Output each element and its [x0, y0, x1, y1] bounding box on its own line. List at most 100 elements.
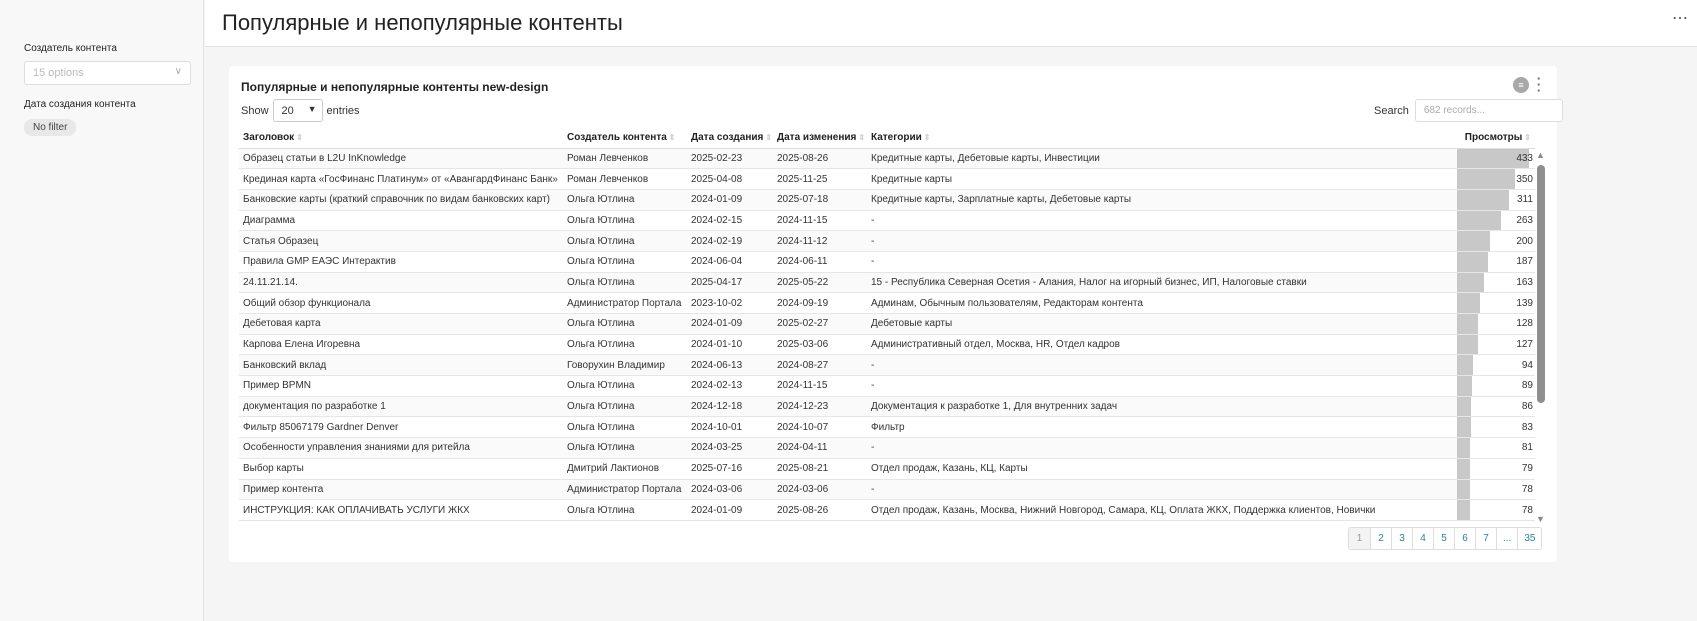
table-row[interactable]: Пример контента Администратор Портала 2024…: [239, 479, 1535, 501]
cell-created: 2024-02-15: [687, 210, 773, 232]
column-header-modified[interactable]: Дата изменения ⇕: [773, 127, 867, 149]
table-row[interactable]: Общий обзор функционала Администратор Пор…: [239, 292, 1535, 314]
table-row[interactable]: ИНСТРУКЦИЯ: КАК ОПЛАЧИВАТЬ УСЛУГИ ЖКХ Оль…: [239, 499, 1535, 521]
sort-icon[interactable]: ⇕: [669, 133, 676, 142]
cell-created: 2024-01-09: [687, 313, 773, 335]
table-row[interactable]: 24.11.21.14. Ольга Ютлина 2025-04-17 2025-0…: [239, 272, 1535, 294]
page-button[interactable]: 2: [1370, 528, 1391, 549]
filter-icon[interactable]: ≡: [1513, 77, 1529, 93]
cell-creator: Роман Левченков: [563, 168, 687, 190]
column-header-categories[interactable]: Категории ⇕: [867, 127, 1457, 149]
table-row[interactable]: Выбор карты Дмитрий Лактионов 2025-07-16 20…: [239, 458, 1535, 480]
kebab-menu-icon[interactable]: · · ·: [1536, 72, 1542, 97]
table-row[interactable]: Карпова Елена Игоревна Ольга Ютлина 2024-0…: [239, 334, 1535, 356]
page-header: Популярные и непопулярные контенты ⋯: [205, 0, 1697, 47]
page-button[interactable]: ...: [1496, 528, 1517, 549]
cell-created: 2024-03-25: [687, 437, 773, 459]
cell-modified: 2025-08-26: [773, 148, 867, 170]
cell-creator: Ольга Ютлина: [563, 396, 687, 418]
table-row[interactable]: Особенности управления знаниями для рите…: [239, 437, 1535, 459]
cell-title: Правила GMP ЕАЭС Интерактив: [239, 251, 563, 273]
cell-creator: Ольга Ютлина: [563, 251, 687, 273]
page-button[interactable]: 1: [1349, 528, 1370, 549]
table-row[interactable]: Банковские карты (краткий справочник по …: [239, 189, 1535, 211]
views-value: 83: [1521, 421, 1533, 433]
cell-title: Выбор карты: [239, 458, 563, 480]
cell-title: Карпова Елена Игоревна: [239, 334, 563, 356]
cell-views: 311: [1457, 189, 1535, 211]
table-row[interactable]: Образец статьи в L2U InKnowledge Роман Ле…: [239, 148, 1535, 170]
table-row[interactable]: документация по разработке 1 Ольга Ютлина…: [239, 396, 1535, 418]
card-title: Популярные и непопулярные контенты new-d…: [241, 80, 549, 94]
cell-title: Банковский вклад: [239, 354, 563, 377]
page-button[interactable]: 7: [1475, 528, 1496, 549]
views-bar: [1457, 169, 1516, 189]
cell-creator: Ольга Ютлина: [563, 499, 687, 521]
chevron-down-icon: ∨: [174, 66, 182, 77]
cell-categories: Отдел продаж, Казань, Москва, Нижний Нов…: [867, 499, 1457, 521]
sort-icon[interactable]: ⇕: [765, 133, 772, 142]
creator-filter-select[interactable]: 15 options ∨: [24, 61, 191, 85]
table-row[interactable]: Диаграмма Ольга Ютлина 2024-02-15 2024-11-1…: [239, 210, 1535, 232]
cell-creator: Ольга Ютлина: [563, 375, 687, 397]
cell-categories: Кредитные карты, Зарплатные карты, Дебет…: [867, 189, 1457, 211]
scroll-down-icon[interactable]: ▼: [1536, 514, 1545, 524]
table-row[interactable]: Банковский вклад Говорухин Владимир 2024-0…: [239, 354, 1535, 377]
table-scrollbar[interactable]: ▲ ▼: [1535, 150, 1547, 524]
page-button[interactable]: 3: [1391, 528, 1412, 549]
column-header-title[interactable]: Заголовок ⇕: [239, 127, 563, 149]
table-row[interactable]: Дебетовая карта Ольга Ютлина 2024-01-09 202…: [239, 313, 1535, 335]
show-label: Show: [241, 104, 269, 117]
cell-modified: 2025-08-26: [773, 499, 867, 521]
cell-modified: 2025-08-21: [773, 458, 867, 480]
scroll-up-icon[interactable]: ▲: [1536, 150, 1545, 160]
cell-creator: Ольга Ютлина: [563, 272, 687, 294]
views-bar: [1457, 355, 1473, 375]
page-button[interactable]: 5: [1433, 528, 1454, 549]
column-header-created[interactable]: Дата создания ⇕: [687, 127, 773, 149]
cell-categories: -: [867, 479, 1457, 501]
cell-title: Банковские карты (краткий справочник по …: [239, 189, 563, 211]
sort-icon[interactable]: ⇕: [1524, 133, 1531, 142]
cell-categories: -: [867, 251, 1457, 273]
cell-created: 2025-07-16: [687, 458, 773, 480]
page-button[interactable]: 4: [1412, 528, 1433, 549]
views-bar: [1457, 272, 1485, 292]
cell-categories: Фильтр: [867, 416, 1457, 439]
cell-views: 350: [1457, 168, 1535, 190]
cell-categories: -: [867, 375, 1457, 397]
sort-icon[interactable]: ⇕: [924, 133, 931, 142]
date-filter-chip[interactable]: No filter: [24, 119, 77, 136]
cell-title: 24.11.21.14.: [239, 272, 563, 294]
cell-created: 2024-10-01: [687, 416, 773, 439]
cell-created: 2024-03-06: [687, 479, 773, 501]
sort-icon[interactable]: ⇕: [858, 133, 865, 142]
page-button[interactable]: 35: [1517, 528, 1541, 549]
search-input[interactable]: [1414, 99, 1563, 122]
column-header-creator[interactable]: Создатель контента ⇕: [563, 127, 687, 149]
table-row[interactable]: Фильтр 85067179 Gardner Denver Ольга Ютли…: [239, 416, 1535, 439]
scrollbar-thumb[interactable]: [1537, 165, 1545, 403]
views-value: 86: [1521, 401, 1533, 413]
cell-categories: Кредитные карты, Дебетовые карты, Инвест…: [867, 148, 1457, 170]
cell-created: 2024-12-18: [687, 396, 773, 418]
page-size-select[interactable]: 20 ▼: [272, 99, 323, 122]
page-button[interactable]: 6: [1454, 528, 1475, 549]
cell-categories: -: [867, 354, 1457, 377]
more-options-icon[interactable]: ⋯: [1672, 8, 1688, 28]
table-row[interactable]: Крединая карта «ГосФинанс Платинум» от «…: [239, 168, 1535, 190]
sort-icon[interactable]: ⇕: [296, 133, 303, 142]
column-header-views[interactable]: Просмотры ⇕: [1457, 127, 1535, 149]
cell-modified: 2024-04-11: [773, 437, 867, 459]
cell-created: 2024-06-04: [687, 251, 773, 273]
table-row[interactable]: Пример BPMN Ольга Ютлина 2024-02-13 2024-11…: [239, 375, 1535, 397]
cell-created: 2024-02-19: [687, 230, 773, 252]
cell-creator: Ольга Ютлина: [563, 313, 687, 335]
views-bar: [1457, 231, 1491, 251]
cell-creator: Ольга Ютлина: [563, 189, 687, 211]
cell-categories: -: [867, 230, 1457, 252]
views-value: 433: [1516, 152, 1533, 164]
table-row[interactable]: Статья Образец Ольга Ютлина 2024-02-19 2024…: [239, 230, 1535, 252]
table-row[interactable]: Правила GMP ЕАЭС Интерактив Ольга Ютлина 2…: [239, 251, 1535, 273]
cell-views: 128: [1457, 313, 1535, 335]
